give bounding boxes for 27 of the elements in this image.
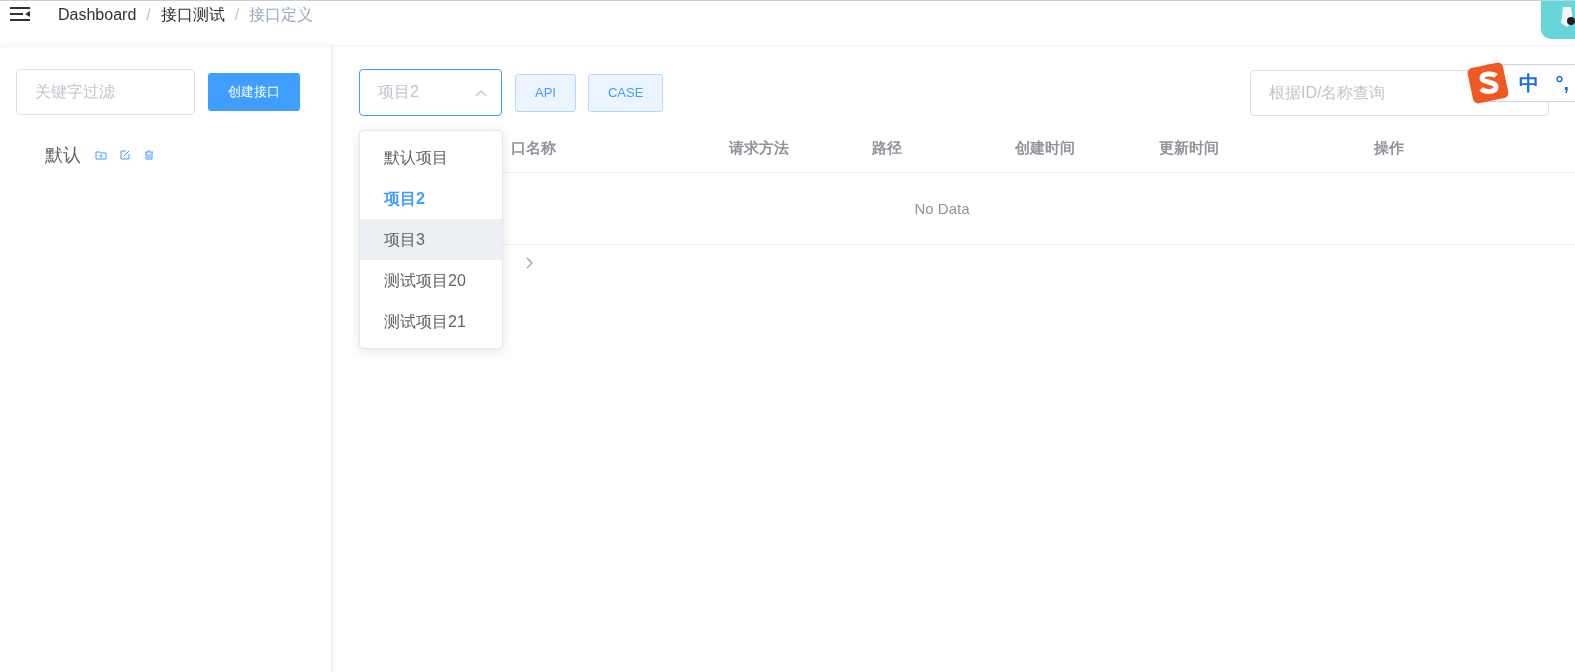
empty-text: No Data <box>914 200 970 217</box>
breadcrumb-item[interactable]: 接口测试 <box>160 4 225 26</box>
dropdown-option[interactable]: 默认项目 <box>360 137 502 178</box>
column-header: 操作 <box>1374 139 1405 158</box>
breadcrumb-separator: / <box>146 6 151 24</box>
caret-icon <box>475 88 487 97</box>
next-page-icon[interactable] <box>525 257 533 269</box>
dropdown-option[interactable]: 测试项目21 <box>360 301 502 342</box>
menu-icon[interactable] <box>10 6 30 22</box>
dropdown-option[interactable]: 测试项目20 <box>360 260 502 301</box>
folder-add-icon[interactable] <box>95 149 107 161</box>
breadcrumb-separator: / <box>234 6 240 24</box>
avatar[interactable] <box>1541 1 1575 39</box>
ime-punctuation[interactable]: °, <box>1555 71 1569 95</box>
column-header: 请求方法 <box>729 139 790 158</box>
breadcrumb-item: 接口定义 <box>249 4 314 25</box>
column-header: 口名称 <box>511 139 557 158</box>
dropdown-option[interactable]: 项目3 <box>360 219 502 260</box>
breadcrumb-item[interactable]: Dashboard <box>58 6 137 24</box>
tree-item[interactable]: 默认 <box>45 143 81 167</box>
edit-icon[interactable] <box>119 149 131 161</box>
column-header: 创建时间 <box>1015 139 1076 158</box>
delete-icon[interactable] <box>143 149 155 161</box>
column-header: 更新时间 <box>1159 139 1220 158</box>
column-header: 路径 <box>872 139 903 158</box>
ime-mode[interactable]: 中 <box>1519 69 1540 97</box>
filter-field[interactable]: 关键字过滤 <box>16 69 195 115</box>
